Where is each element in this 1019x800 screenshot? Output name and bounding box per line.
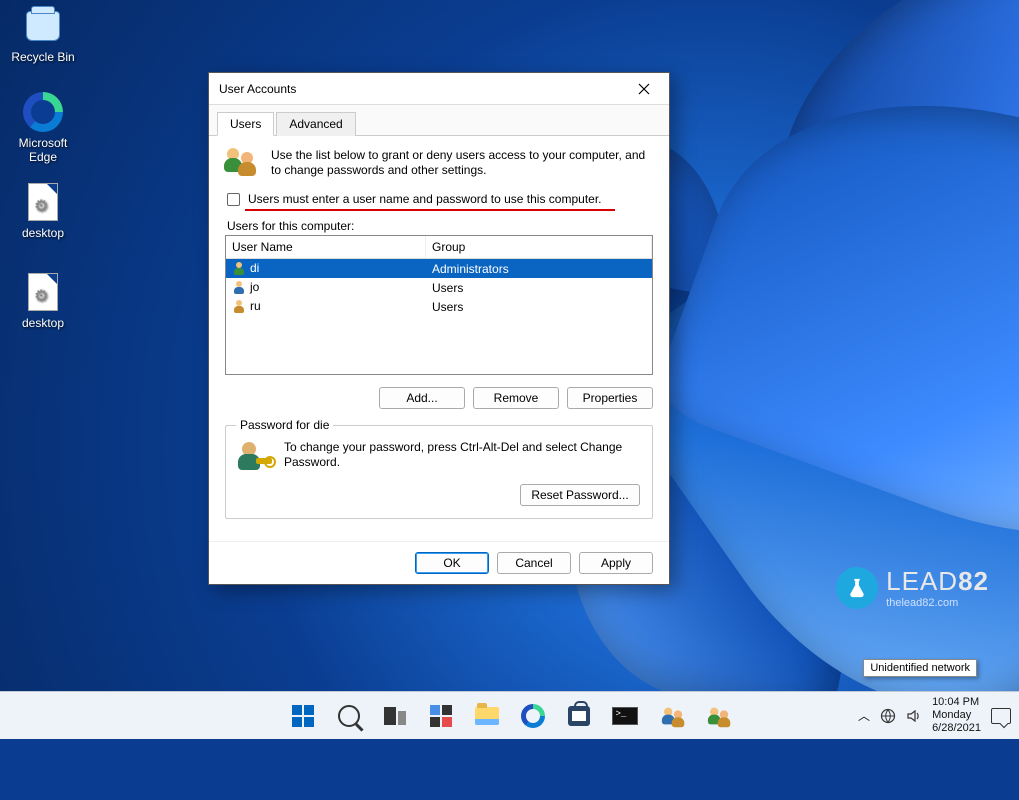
list-label: Users for this computer:: [227, 219, 651, 233]
add-button[interactable]: Add...: [379, 387, 465, 409]
annotation-underline: [245, 209, 615, 211]
intro-text: Use the list below to grant or deny user…: [271, 148, 653, 182]
terminal-button[interactable]: [605, 696, 645, 736]
search-button[interactable]: [329, 696, 369, 736]
dialog-title: User Accounts: [219, 82, 296, 96]
network-tray-icon[interactable]: [880, 708, 896, 724]
user-accounts-dialog: User Accounts Users Advanced Use the lis…: [208, 72, 670, 585]
cell-group: Administrators: [426, 261, 652, 277]
users-icon: [662, 707, 679, 724]
password-instructions: To change your password, press Ctrl-Alt-…: [284, 440, 640, 470]
desktop-icon-label: Recycle Bin: [6, 50, 80, 64]
desktop-icon-label: Microsoft Edge: [6, 136, 80, 164]
dialog-footer: OK Cancel Apply: [209, 541, 669, 584]
cell-username: ru: [250, 299, 261, 313]
task-view-button[interactable]: [375, 696, 415, 736]
cell-group: Users: [426, 280, 652, 296]
store-button[interactable]: [559, 696, 599, 736]
clock-time: 10:04 PM: [932, 696, 981, 709]
require-login-checkbox-row[interactable]: Users must enter a user name and passwor…: [227, 192, 651, 206]
clock-date: 6/28/2021: [932, 722, 981, 735]
system-tray: ︿ 10:04 PM Monday 6/28/2021: [858, 696, 1011, 735]
desktop-icon-file-2[interactable]: ⚙ desktop: [6, 270, 80, 330]
globe-icon: [880, 708, 896, 724]
netplwiz-button-1[interactable]: [651, 696, 691, 736]
properties-button[interactable]: Properties: [567, 387, 653, 409]
close-icon: [638, 83, 650, 95]
tab-users[interactable]: Users: [217, 112, 274, 136]
column-group[interactable]: Group: [426, 236, 652, 258]
cell-group: Users: [426, 299, 652, 315]
start-button[interactable]: [283, 696, 323, 736]
recycle-bin-icon: [26, 11, 60, 41]
desktop-icon-recycle-bin[interactable]: Recycle Bin: [6, 4, 80, 64]
user-icon: [232, 281, 246, 295]
reset-password-button[interactable]: Reset Password...: [520, 484, 640, 506]
widgets-button[interactable]: [421, 696, 461, 736]
close-button[interactable]: [629, 77, 659, 101]
network-tooltip: Unidentified network: [863, 659, 977, 677]
tab-advanced[interactable]: Advanced: [276, 112, 355, 136]
notifications-button[interactable]: [991, 708, 1011, 724]
edge-icon: [23, 92, 63, 132]
ini-file-icon: ⚙: [28, 273, 58, 311]
tray-overflow-button[interactable]: ︿: [858, 707, 870, 724]
list-row[interactable]: di Administrators: [226, 259, 652, 278]
task-view-icon: [384, 707, 406, 725]
desktop-icon-file-1[interactable]: ⚙ desktop: [6, 180, 80, 240]
desktop-icon-label: desktop: [6, 226, 80, 240]
cell-username: jo: [250, 280, 259, 294]
tab-body-users: Use the list below to grant or deny user…: [209, 136, 669, 541]
titlebar[interactable]: User Accounts: [209, 73, 669, 105]
file-explorer-button[interactable]: [467, 696, 507, 736]
user-key-icon: [238, 440, 272, 474]
ini-file-icon: ⚙: [28, 183, 58, 221]
list-row[interactable]: jo Users: [226, 278, 652, 297]
watermark-brand-b: 82: [958, 566, 989, 596]
cell-username: di: [250, 261, 259, 275]
taskbar: ︿ 10:04 PM Monday 6/28/2021: [0, 691, 1019, 739]
widgets-icon: [430, 705, 452, 727]
clock-button[interactable]: 10:04 PM Monday 6/28/2021: [932, 696, 981, 735]
column-username[interactable]: User Name: [226, 236, 426, 258]
ok-button[interactable]: OK: [415, 552, 489, 574]
watermark: LEAD82 thelead82.com: [836, 566, 989, 609]
users-listbox[interactable]: User Name Group di Administrators jo Use…: [225, 235, 653, 375]
cancel-button[interactable]: Cancel: [497, 552, 571, 574]
remove-button[interactable]: Remove: [473, 387, 559, 409]
netplwiz-button-2[interactable]: [697, 696, 737, 736]
watermark-brand-a: LEAD: [886, 566, 958, 596]
taskbar-center: [283, 696, 737, 736]
terminal-icon: [612, 707, 638, 725]
user-icon: [232, 262, 246, 276]
list-header: User Name Group: [226, 236, 652, 259]
windows-logo-icon: [292, 705, 314, 727]
store-icon: [568, 706, 590, 726]
user-icon: [232, 300, 246, 314]
list-row[interactable]: ru Users: [226, 297, 652, 316]
flask-icon: [836, 567, 878, 609]
password-groupbox: Password for die To change your password…: [225, 425, 653, 519]
speaker-icon: [906, 708, 922, 724]
groupbox-legend: Password for die: [236, 418, 333, 432]
users-icon: [708, 707, 725, 724]
desktop-icon-edge[interactable]: Microsoft Edge: [6, 90, 80, 164]
edge-taskbar-button[interactable]: [513, 696, 553, 736]
checkbox-icon[interactable]: [227, 193, 240, 206]
tab-strip: Users Advanced: [209, 105, 669, 136]
users-icon: [225, 148, 259, 182]
volume-tray-icon[interactable]: [906, 708, 922, 724]
edge-icon: [521, 704, 545, 728]
clock-day: Monday: [932, 709, 981, 722]
checkbox-label: Users must enter a user name and passwor…: [248, 192, 602, 206]
folder-icon: [475, 707, 499, 725]
desktop-icon-label: desktop: [6, 316, 80, 330]
apply-button[interactable]: Apply: [579, 552, 653, 574]
watermark-url: thelead82.com: [886, 597, 989, 609]
search-icon: [338, 705, 360, 727]
